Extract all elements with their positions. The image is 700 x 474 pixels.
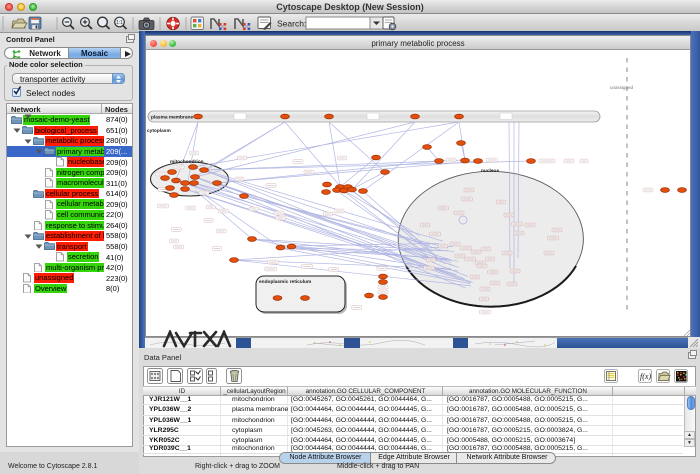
svg-text:mitochondrion: mitochondrion (170, 159, 204, 165)
svg-text:plasma membrane: plasma membrane (151, 115, 193, 121)
svg-text:cytoplasm: cytoplasm (147, 128, 171, 134)
svg-text:nucleus: nucleus (481, 168, 499, 174)
svg-text:1:1: 1:1 (116, 20, 123, 26)
svg-text:Search:: Search: (277, 19, 306, 29)
svg-text:unassigned: unassigned (610, 85, 634, 90)
svg-text:f(x): f(x) (640, 372, 651, 381)
svg-text:endoplasmic reticulum: endoplasmic reticulum (259, 279, 311, 285)
